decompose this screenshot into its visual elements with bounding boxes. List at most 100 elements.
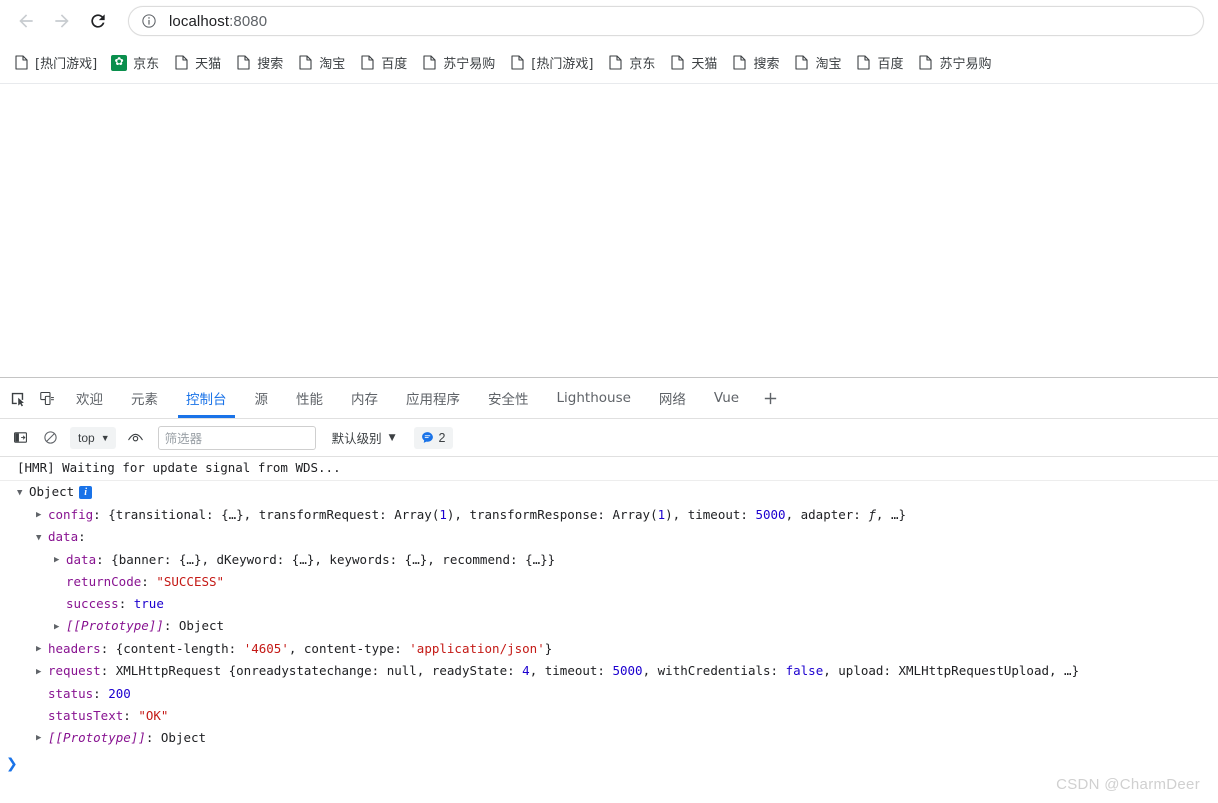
devtools-tab[interactable]: 元素 [117, 378, 172, 418]
console-property-value: XMLHttpRequest {onreadystatechange: null… [115, 663, 1080, 678]
page-viewport [0, 84, 1218, 377]
reload-button[interactable] [80, 3, 116, 39]
devtools-tab-label: Lighthouse [556, 390, 631, 406]
console-toolbar: top ▼ 筛选器 默认级别 ▼ 2 [0, 419, 1218, 457]
console-object-row[interactable]: statusText: "OK" [0, 705, 1218, 727]
devtools-tab[interactable]: 性能 [282, 378, 337, 418]
console-object-row[interactable]: status: 200 [0, 683, 1218, 705]
back-button[interactable] [8, 3, 44, 39]
devtools-tab[interactable]: 网络 [645, 378, 700, 418]
console-object-row[interactable]: [[Prototype]]: Object [0, 615, 1218, 638]
console-property-key: [[Prototype]] [66, 618, 164, 633]
page-favicon-icon [669, 55, 685, 71]
bookmark-label: 天猫 [195, 57, 222, 72]
execution-context-value: top [78, 430, 95, 445]
devtools-tab-label: 欢迎 [76, 392, 103, 408]
console-colon: : [96, 551, 112, 567]
page-favicon-icon [13, 55, 29, 71]
devtools-tab[interactable]: 控制台 [172, 378, 241, 418]
console-object-row[interactable]: [[Prototype]]: Object [0, 727, 1218, 750]
log-level-select[interactable]: 默认级别 ▼ [328, 428, 400, 447]
console-property-value: {transitional: {…}, transformRequest: Ar… [108, 506, 906, 522]
console-object-line: [[Prototype]]: Object [9, 616, 1218, 637]
disclosure-triangle-closed-icon[interactable] [36, 639, 48, 659]
site-info-icon[interactable] [141, 13, 157, 29]
page-favicon-icon [731, 55, 747, 71]
console-prompt[interactable]: ❯ [0, 749, 1218, 779]
bookmark-item[interactable]: 京东 [600, 49, 662, 77]
devtools-tab[interactable]: 安全性 [474, 378, 543, 418]
forward-button[interactable] [44, 3, 80, 39]
device-toolbar-button[interactable] [32, 378, 62, 418]
add-panel-button[interactable] [753, 378, 787, 418]
console-property-key: status [48, 685, 94, 701]
disclosure-triangle-open-icon[interactable] [36, 528, 48, 548]
console-object-row[interactable]: data: {banner: {…}, dKeyword: {…}, keywo… [0, 549, 1218, 572]
devtools-tab[interactable]: 源 [241, 378, 283, 418]
disclosure-triangle-open-icon[interactable] [17, 483, 29, 503]
console-property-key: returnCode [66, 574, 142, 589]
disclosure-triangle-closed-icon[interactable] [54, 550, 66, 570]
bookmark-item[interactable]: 苏宁易购 [414, 49, 502, 77]
bookmark-label: 天猫 [691, 57, 718, 72]
console-sidebar-toggle[interactable] [6, 425, 34, 451]
console-property-value: Object [160, 729, 207, 745]
console-object-row[interactable]: headers: {content-length: '4605', conten… [0, 638, 1218, 661]
bookmark-item[interactable]: 苏宁易购 [910, 49, 998, 77]
bookmark-item[interactable]: 搜索 [228, 49, 290, 77]
devtools-tab[interactable]: 内存 [337, 378, 392, 418]
console-colon: : [123, 707, 139, 723]
clear-console-icon [43, 431, 57, 444]
bookmark-item[interactable]: 百度 [352, 49, 414, 77]
devtools-tab-label: 安全性 [488, 392, 529, 408]
disclosure-triangle-closed-icon[interactable] [36, 662, 48, 682]
jd-favicon-icon: ✿ [111, 54, 128, 71]
bookmark-item[interactable]: ✿ 京东 [104, 49, 166, 77]
console-object-row[interactable]: request: XMLHttpRequest {onreadystatecha… [0, 660, 1218, 683]
disclosure-triangle-closed-icon[interactable] [36, 505, 48, 525]
bookmark-item[interactable]: 搜索 [724, 49, 786, 77]
bookmark-item[interactable]: 天猫 [166, 49, 228, 77]
bookmark-item[interactable]: 天猫 [662, 49, 724, 77]
devtools-tab[interactable]: 应用程序 [392, 378, 474, 418]
plus-icon [764, 392, 776, 404]
console-colon: : [141, 574, 157, 589]
disclosure-triangle-closed-icon[interactable] [54, 617, 66, 637]
page-favicon-icon [297, 55, 313, 71]
address-bar[interactable]: localhost:8080 [128, 6, 1204, 36]
bookmark-item[interactable]: 淘宝 [290, 49, 352, 77]
console-log-area[interactable]: [HMR] Waiting for update signal from WDS… [0, 457, 1218, 802]
bookmark-item[interactable]: [热门游戏] [502, 49, 600, 77]
info-badge-icon[interactable]: i [79, 486, 93, 499]
disclosure-triangle-closed-icon[interactable] [36, 728, 48, 748]
log-entry-hmr[interactable]: [HMR] Waiting for update signal from WDS… [0, 457, 1218, 481]
log-entry-object[interactable]: Objecti [0, 481, 1218, 504]
inspect-cursor-icon [11, 392, 24, 406]
devtools-tab[interactable]: Vue [700, 378, 753, 418]
devtools-tab[interactable]: Lighthouse [543, 378, 645, 418]
devtools-tab-label: 内存 [351, 392, 378, 408]
message-count-badge[interactable]: 2 [413, 426, 453, 449]
console-object-row[interactable]: config: {transitional: {…}, transformReq… [0, 504, 1218, 527]
live-expression-button[interactable] [122, 425, 150, 451]
execution-context-select[interactable]: top ▼ [70, 426, 116, 449]
clear-console-button[interactable] [36, 425, 64, 451]
bookmark-item[interactable]: [热门游戏] [6, 49, 104, 77]
page-favicon-icon [917, 55, 933, 71]
devtools-tab[interactable]: 欢迎 [62, 378, 117, 418]
bookmark-label: 苏宁易购 [939, 57, 992, 72]
forward-arrow-icon [55, 14, 69, 28]
console-object-row[interactable]: success: true [0, 593, 1218, 615]
bookmark-item[interactable]: 百度 [848, 49, 910, 77]
console-filter-input[interactable]: 筛选器 [157, 425, 316, 450]
message-count-value: 2 [438, 430, 446, 445]
console-object-line: status: 200 [9, 684, 1218, 704]
inspect-element-button[interactable] [2, 378, 32, 418]
console-object-row[interactable]: returnCode: "SUCCESS" [0, 571, 1218, 593]
bookmark-item[interactable]: 淘宝 [786, 49, 848, 77]
devtools-tab-label: 源 [254, 392, 269, 408]
console-property-key: [[Prototype]] [48, 729, 146, 745]
console-object-row[interactable]: data: [0, 526, 1218, 549]
message-bubble-icon [421, 432, 433, 443]
bookmark-label: 百度 [381, 57, 408, 72]
